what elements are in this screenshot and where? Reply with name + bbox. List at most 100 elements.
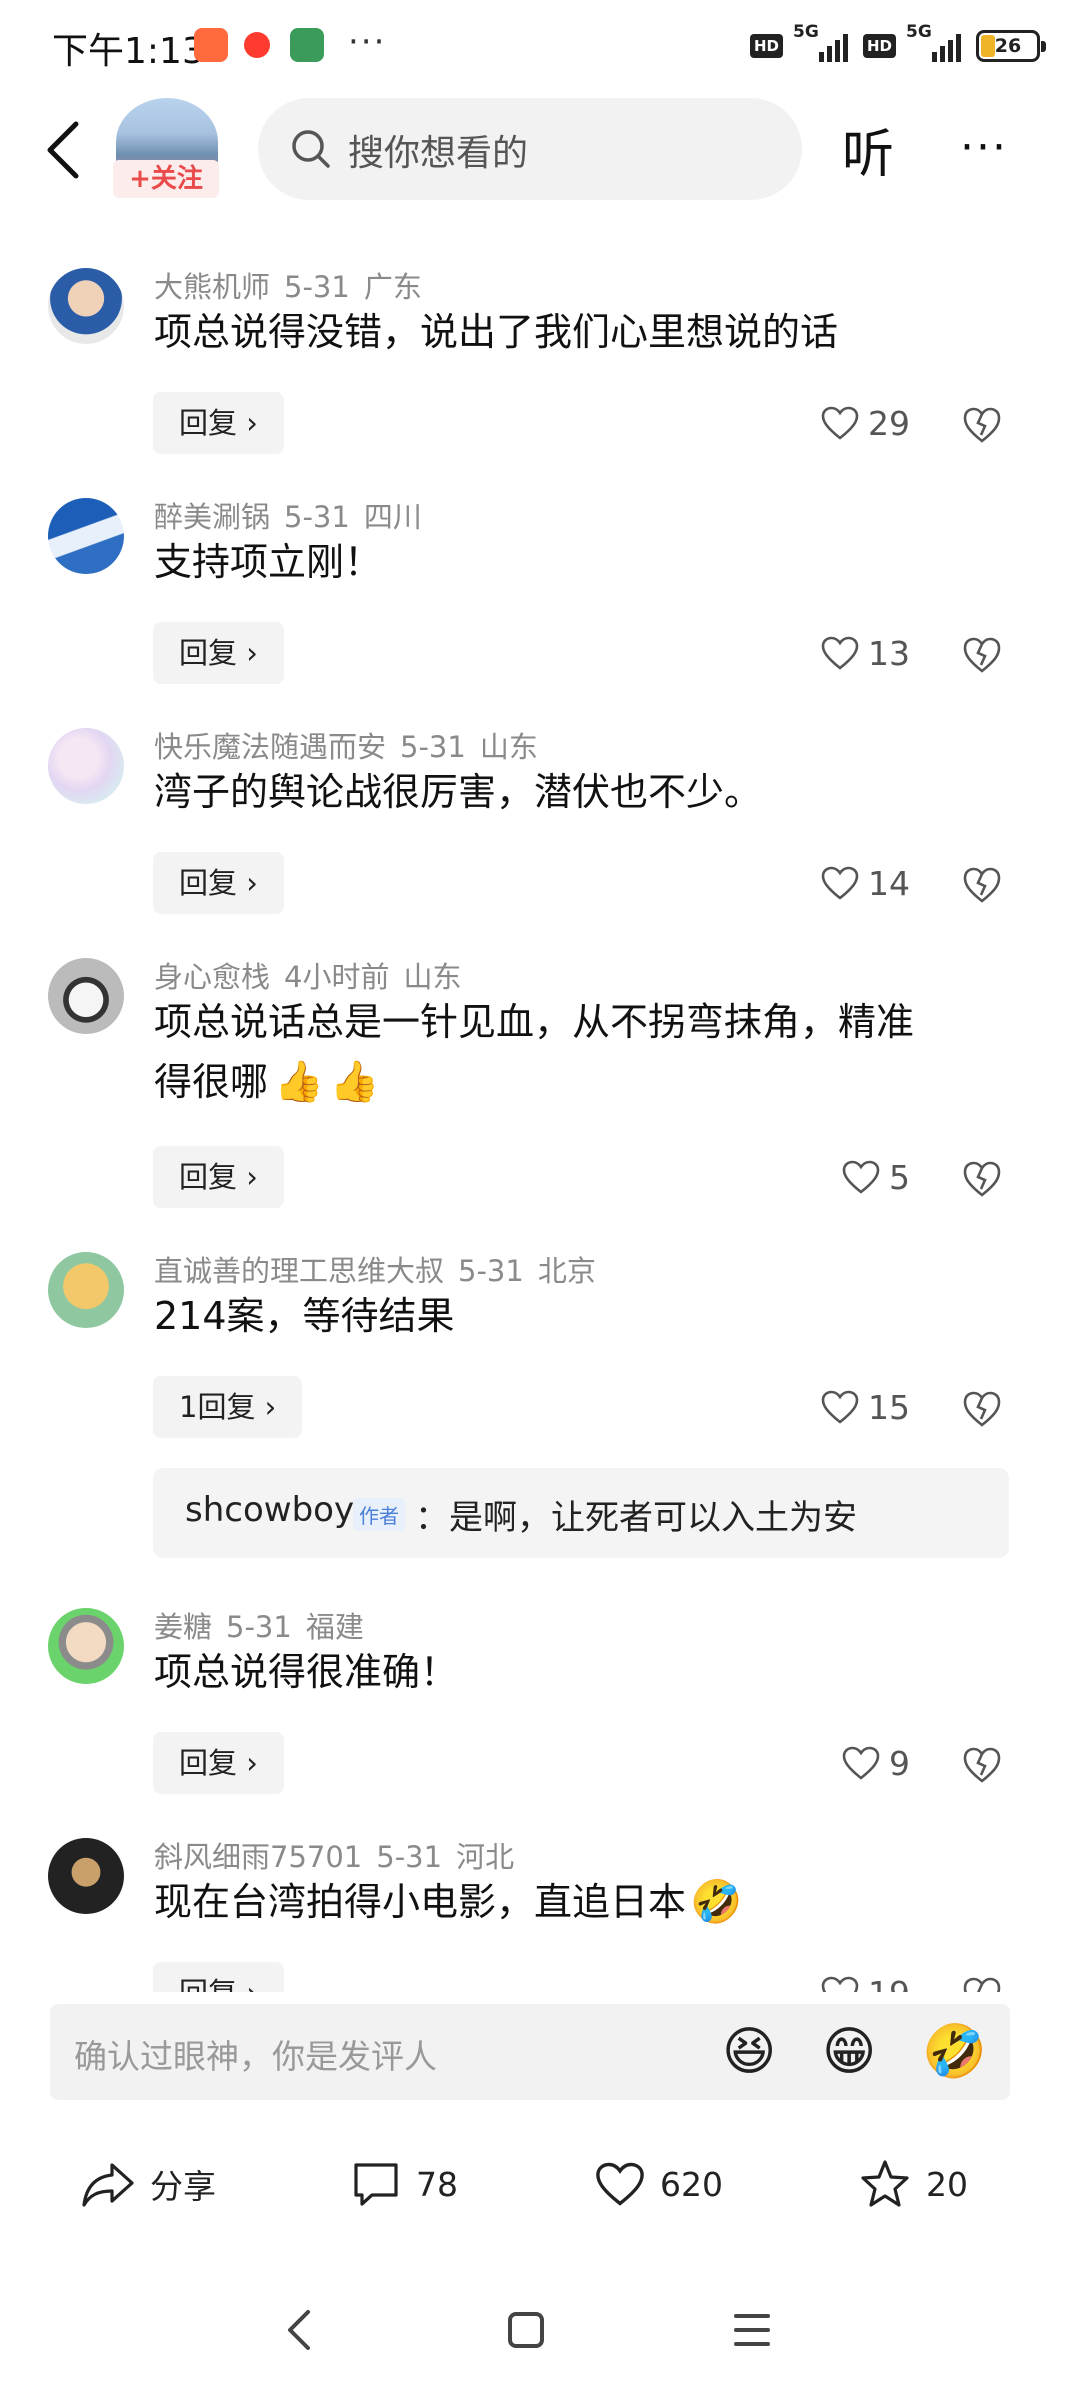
status-indicators: HD 5G HD 5G 26 (749, 22, 1046, 66)
dislike-icon[interactable] (960, 1742, 1004, 1786)
comment-location: 山东 (479, 730, 538, 764)
nav-menu-icon[interactable] (722, 2300, 782, 2360)
like-button[interactable]: 19 (820, 1962, 910, 1992)
like-button[interactable]: 29 (820, 392, 910, 454)
signal-icon: 5G (793, 22, 853, 64)
comment-location: 福建 (305, 1610, 364, 1644)
dislike-icon[interactable] (960, 402, 1004, 446)
dislike-icon[interactable] (960, 1972, 1004, 1992)
search-placeholder: 搜你想看的 (348, 133, 529, 174)
comment-input-placeholder: 确认过眼神，你是发评人 (74, 2037, 437, 2076)
user-avatar[interactable] (48, 728, 124, 804)
like-post-button[interactable]: 620 (594, 2144, 723, 2224)
user-avatar[interactable] (48, 268, 124, 344)
nav-back-icon[interactable] (270, 2300, 330, 2360)
comment-username[interactable]: 身心愈栈 (154, 960, 270, 994)
rofl-emoji-icon[interactable]: 🤣 (922, 2022, 987, 2082)
comment-location: 四川 (363, 500, 422, 534)
laughing-emoji-icon[interactable]: 😆 (722, 2022, 782, 2082)
search-input[interactable]: 搜你想看的 (258, 98, 802, 200)
comment-text: 项总说话总是一针见血，从不拐弯抹角，精准 得很哪 👍 👍 (154, 992, 1014, 1112)
reply-button[interactable]: 回复 › (153, 852, 284, 914)
share-icon (82, 2163, 134, 2207)
share-button[interactable]: 分享 (80, 2144, 216, 2224)
reply-button[interactable]: 回复 › (153, 1962, 284, 1992)
user-avatar[interactable] (48, 1838, 124, 1914)
more-options-button[interactable]: ··· (960, 122, 1008, 173)
hd-icon: HD (862, 34, 896, 58)
like-count: 9 (889, 1743, 910, 1783)
grinning-emoji-icon[interactable]: 😁 (822, 2022, 882, 2082)
follow-button[interactable]: +关注 (113, 160, 219, 198)
like-button[interactable]: 15 (820, 1376, 910, 1438)
heart-icon (821, 406, 859, 440)
comment-text: 项总说得没错，说出了我们心里想说的话 (154, 310, 839, 354)
search-icon (292, 130, 330, 168)
thumbs-up-emoji-icon: 👍 (274, 1059, 324, 1105)
comment-location: 广东 (363, 270, 422, 304)
user-avatar[interactable] (48, 1608, 124, 1684)
comment-count: 78 (416, 2164, 458, 2204)
like-button[interactable]: 9 (841, 1732, 910, 1794)
sub-reply-username[interactable]: shcowboy (185, 1490, 354, 1530)
like-count: 5 (889, 1157, 910, 1197)
reply-button[interactable]: 回复 › (153, 1732, 284, 1794)
reply-button[interactable]: 1回复 › (153, 1376, 303, 1438)
nav-home-icon[interactable] (496, 2300, 556, 2360)
comment-text: 现在台湾拍得小电影，直追日本 🤣 (154, 1872, 1014, 1932)
dislike-icon[interactable] (960, 1156, 1004, 1200)
action-bar: 分享 78 620 20 (0, 2130, 1080, 2240)
listen-button[interactable]: 听 (842, 112, 894, 187)
dislike-icon[interactable] (960, 632, 1004, 676)
star-icon (861, 2160, 909, 2207)
signal-icon: 5G (906, 22, 966, 64)
more-notifications-icon: ··· (348, 22, 387, 62)
thumbs-up-emoji-icon: 👍 (329, 1059, 380, 1105)
comments-button[interactable]: 78 (350, 2144, 458, 2224)
comment-location: 北京 (537, 1254, 596, 1288)
comment-meta: 身心愈栈 4小时前 山东 (154, 954, 475, 996)
comment-meta: 大熊机师 5-31 广东 (154, 264, 436, 306)
sub-reply[interactable]: shcowboy 作者 ：是啊，让死者可以入土为安 (153, 1468, 1009, 1558)
comment-meta: 醉美涮锅 5-31 四川 (154, 494, 436, 536)
reply-button[interactable]: 回复 › (153, 392, 284, 454)
like-count: 29 (868, 403, 910, 443)
comment-meta: 直诚善的理工思维大叔 5-31 北京 (154, 1248, 610, 1290)
heart-icon (821, 636, 859, 670)
header: +关注 搜你想看的 听 ··· (0, 92, 1080, 212)
favorite-count: 20 (926, 2164, 968, 2204)
comment-meta: 姜糖 5-31 福建 (154, 1604, 378, 1646)
heart-icon (842, 1160, 880, 1194)
comment-text-line: 项总说话总是一针见血，从不拐弯抹角，精准 (154, 1000, 915, 1044)
share-label: 分享 (150, 2167, 216, 2206)
reply-button[interactable]: 回复 › (153, 622, 284, 684)
comment-input[interactable]: 确认过眼神，你是发评人 😆 😁 🤣 (50, 2004, 1010, 2100)
user-avatar[interactable] (48, 958, 124, 1034)
user-avatar[interactable] (48, 498, 124, 574)
favorite-button[interactable]: 20 (858, 2144, 968, 2224)
comment-username[interactable]: 斜风细雨75701 (154, 1840, 362, 1874)
comment-username[interactable]: 姜糖 (154, 1610, 212, 1644)
comment-username[interactable]: 大熊机师 (154, 270, 270, 304)
comment-username[interactable]: 快乐魔法随遇而安 (154, 730, 386, 764)
hd-icon: HD (749, 34, 783, 58)
dislike-icon[interactable] (960, 1386, 1004, 1430)
like-button[interactable]: 13 (820, 622, 910, 684)
comment-username[interactable]: 直诚善的理工思维大叔 (154, 1254, 444, 1288)
status-time: 下午1:13 (52, 31, 205, 72)
user-avatar[interactable] (48, 1252, 124, 1328)
comment-location: 河北 (456, 1840, 515, 1874)
back-button[interactable] (40, 118, 90, 182)
comment-text: 支持项立刚！ (154, 540, 383, 584)
like-button[interactable]: 5 (841, 1146, 910, 1208)
reply-button[interactable]: 回复 › (153, 1146, 284, 1208)
comment-text-line: 得很哪 👍 👍 (154, 1052, 1014, 1112)
like-count: 14 (868, 863, 910, 903)
like-count: 15 (868, 1387, 910, 1427)
like-total: 620 (660, 2164, 723, 2204)
dislike-icon[interactable] (960, 862, 1004, 906)
comment-date: 5-31 (284, 500, 350, 534)
comment-text: 214案，等待结果 (154, 1294, 455, 1338)
comment-username[interactable]: 醉美涮锅 (154, 500, 270, 534)
like-button[interactable]: 14 (820, 852, 910, 914)
